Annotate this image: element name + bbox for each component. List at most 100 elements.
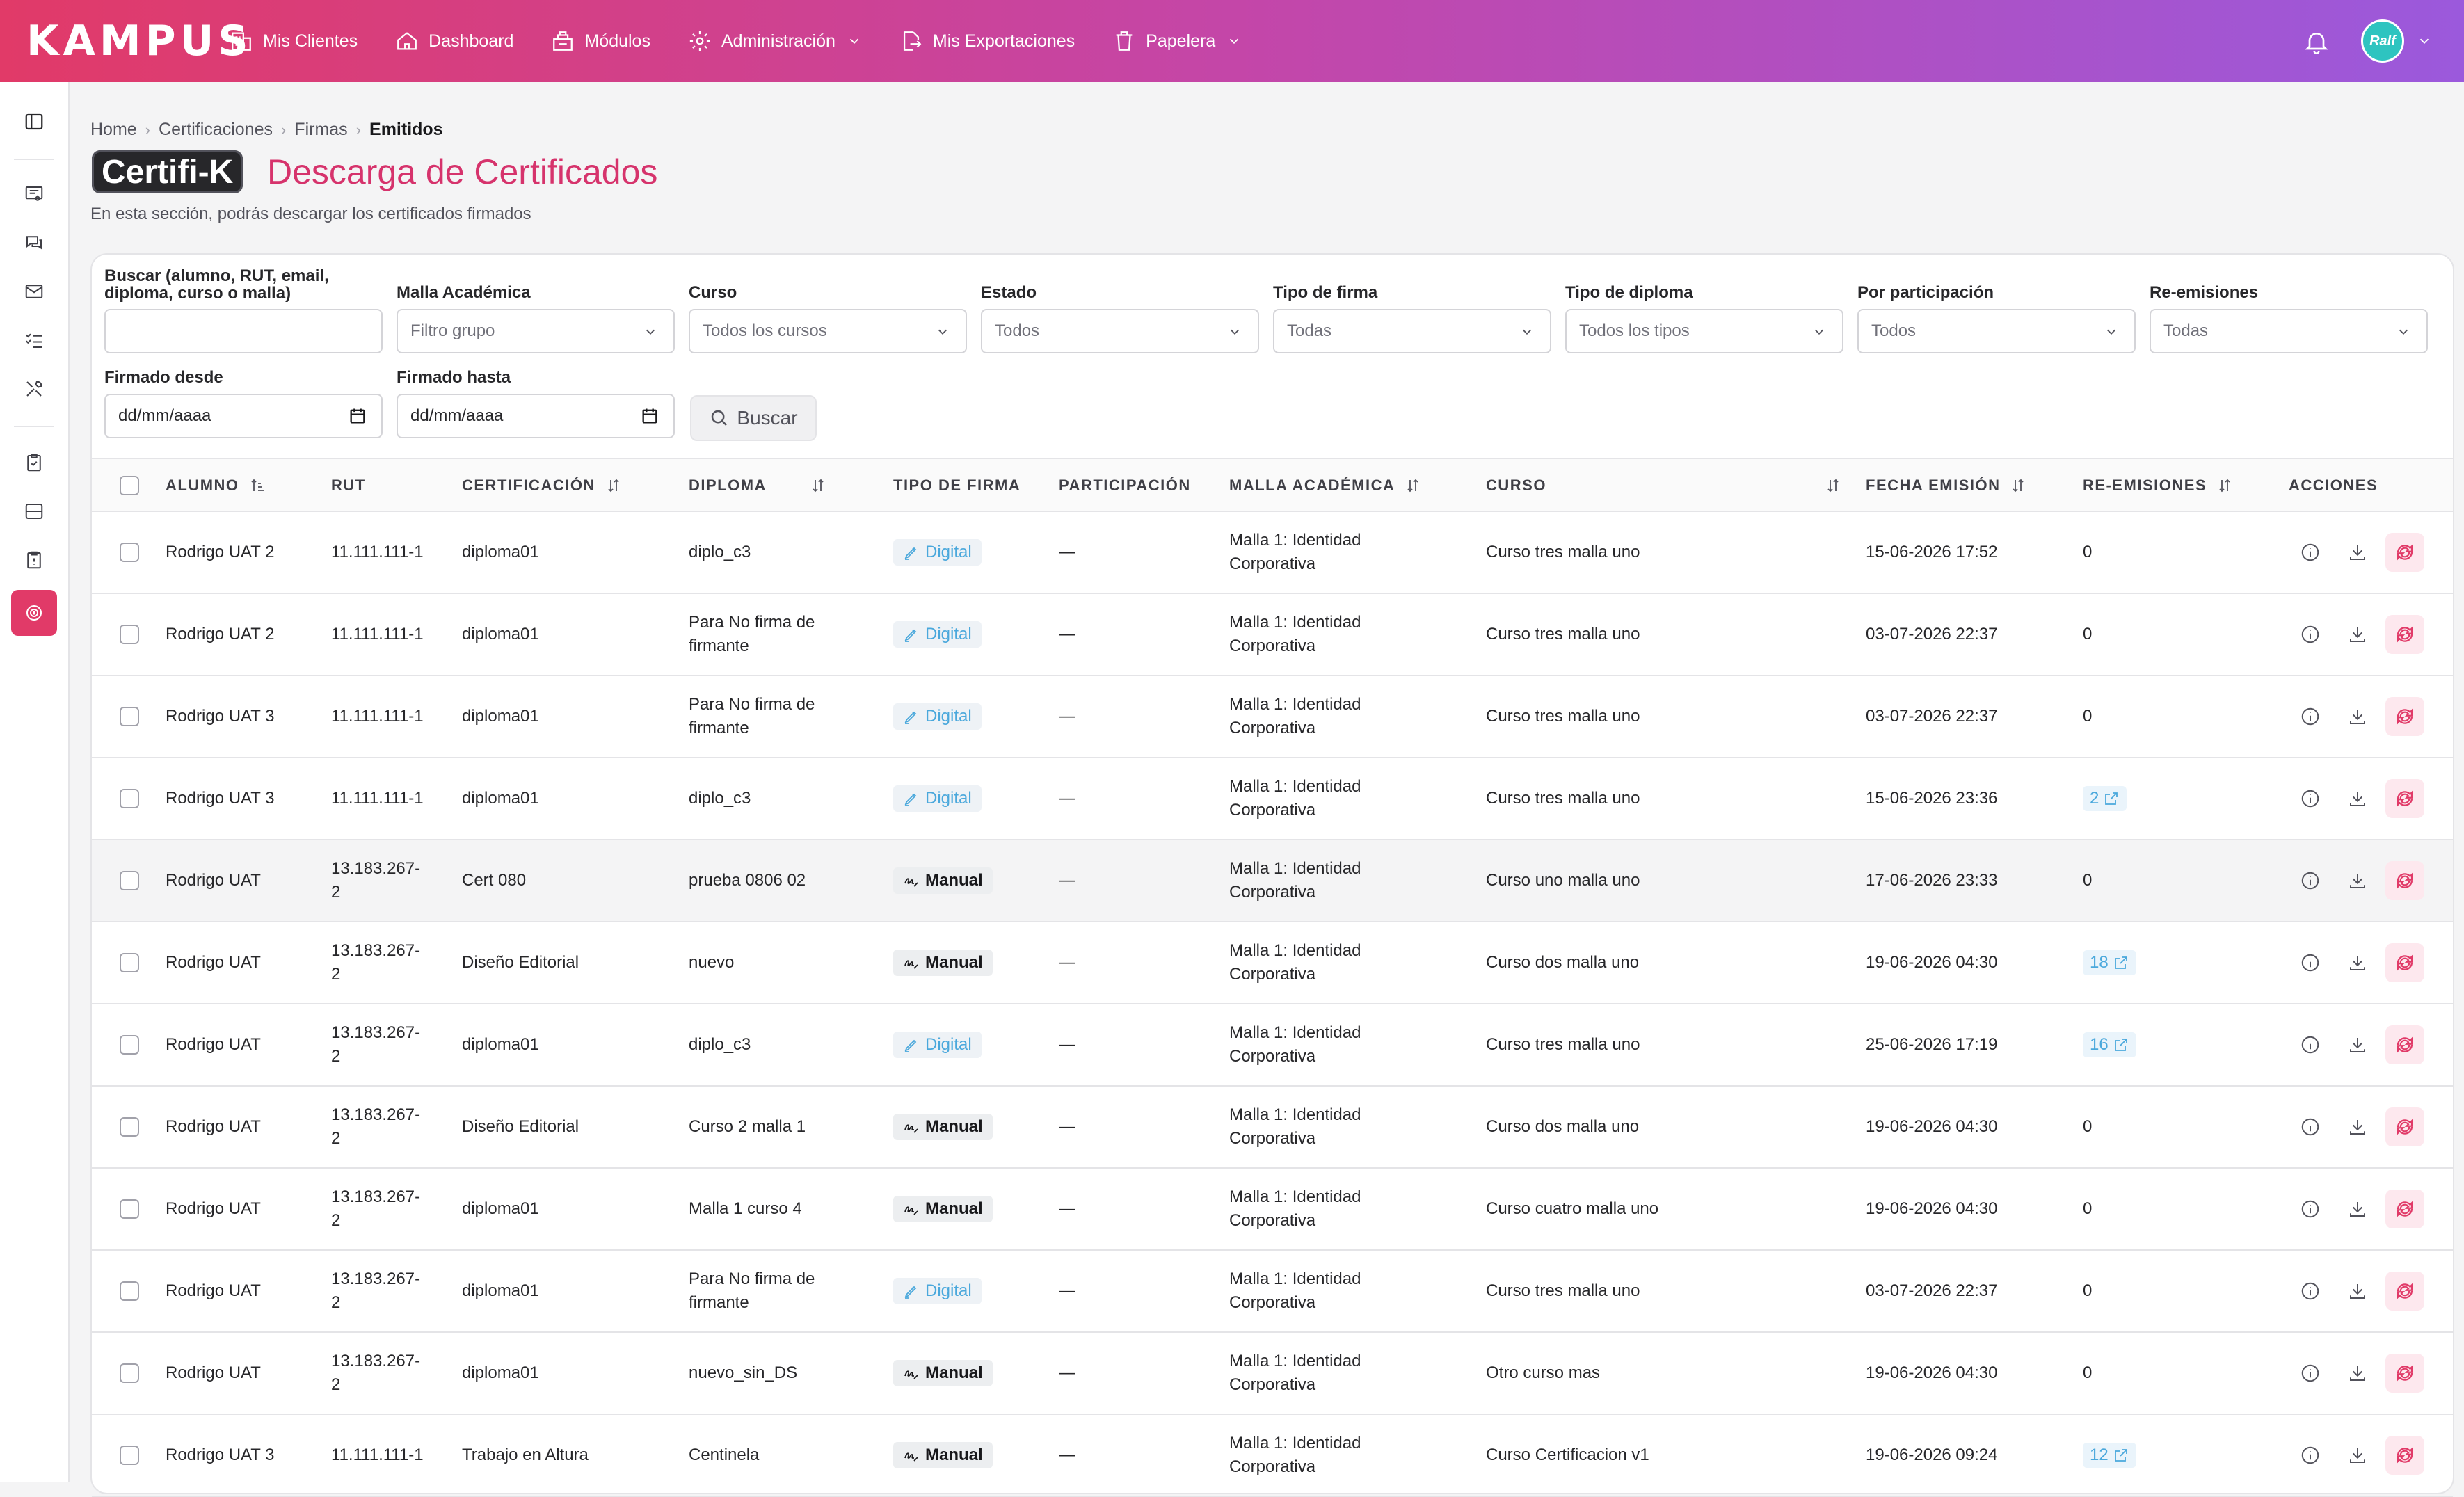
info-button[interactable]	[2291, 697, 2330, 736]
column-fecha-emision[interactable]: FECHA EMISIÓN	[1866, 459, 2026, 512]
row-checkbox[interactable]	[120, 707, 139, 726]
table-row[interactable]: Rodrigo UAT 13.183.267-2 Cert 080 prueba 08…	[92, 840, 2453, 922]
reissue-button[interactable]	[2385, 1436, 2424, 1475]
breadcrumb-firmas[interactable]: Firmas	[294, 120, 347, 140]
download-button[interactable]	[2338, 779, 2377, 818]
row-checkbox[interactable]	[120, 871, 139, 890]
column-malla[interactable]: MALLA ACADÉMICA	[1229, 459, 1421, 512]
reissue-button[interactable]	[2385, 697, 2424, 736]
row-checkbox[interactable]	[120, 953, 139, 972]
reissue-button[interactable]	[2385, 1107, 2424, 1146]
row-checkbox[interactable]	[120, 543, 139, 562]
info-button[interactable]	[2291, 615, 2330, 654]
download-button[interactable]	[2338, 1107, 2377, 1146]
sidebar-item-clipboard[interactable]	[11, 440, 57, 486]
row-checkbox[interactable]	[120, 789, 139, 808]
info-button[interactable]	[2291, 861, 2330, 900]
download-button[interactable]	[2338, 1272, 2377, 1311]
download-button[interactable]	[2338, 615, 2377, 654]
column-certificacion[interactable]: CERTIFICACIÓN	[462, 459, 622, 512]
sidebar-item-certificates[interactable]	[11, 171, 57, 217]
cell-reemisiones[interactable]: 18	[2083, 922, 2257, 1003]
download-button[interactable]	[2338, 1190, 2377, 1228]
column-reemisiones[interactable]: RE-EMISIONES	[2083, 459, 2233, 512]
nav-modulos[interactable]: Módulos	[551, 29, 650, 53]
reissue-button[interactable]	[2385, 533, 2424, 572]
table-row[interactable]: Rodrigo UAT 3 11.111.111-1 diploma01 diplo_…	[92, 758, 2453, 840]
reissue-button[interactable]	[2385, 615, 2424, 654]
select-all-checkbox[interactable]	[120, 476, 139, 495]
table-row[interactable]: Rodrigo UAT 13.183.267-2 Diseño Editorial C…	[92, 1087, 2453, 1169]
info-button[interactable]	[2291, 1354, 2330, 1393]
table-row[interactable]: Rodrigo UAT 13.183.267-2 diploma01 Para No …	[92, 1251, 2453, 1333]
tipo-diploma-select[interactable]: Todos los tipos	[1565, 309, 1843, 353]
breadcrumb-home[interactable]: Home	[90, 120, 137, 140]
firmado-hasta-input[interactable]: dd/mm/aaaa	[397, 394, 675, 438]
bell-icon[interactable]	[2303, 28, 2330, 56]
reissue-button[interactable]	[2385, 1025, 2424, 1064]
chevron-down-icon[interactable]	[2417, 33, 2432, 49]
download-button[interactable]	[2338, 861, 2377, 900]
column-curso[interactable]: CURSO	[1486, 459, 1841, 512]
reemisiones-link[interactable]: 16	[2083, 1032, 2136, 1057]
row-checkbox[interactable]	[120, 1117, 139, 1137]
table-row[interactable]: Rodrigo UAT 2 11.111.111-1 diploma01 diplo_…	[92, 512, 2453, 594]
estado-select[interactable]: Todos	[981, 309, 1259, 353]
sidebar-toggle[interactable]	[11, 99, 57, 145]
row-checkbox[interactable]	[120, 1199, 139, 1219]
reissue-button[interactable]	[2385, 861, 2424, 900]
nav-dashboard[interactable]: Dashboard	[395, 29, 513, 53]
download-button[interactable]	[2338, 1436, 2377, 1475]
info-button[interactable]	[2291, 1272, 2330, 1311]
reissue-button[interactable]	[2385, 779, 2424, 818]
firmado-desde-input[interactable]: dd/mm/aaaa	[104, 394, 383, 438]
kampus-logo[interactable]: KAMPUS	[26, 17, 253, 65]
table-row[interactable]: Rodrigo UAT 3 11.111.111-1 Trabajo en Altu…	[92, 1415, 2453, 1497]
table-row[interactable]: Rodrigo UAT 13.183.267-2 diploma01 Malla 1 …	[92, 1169, 2453, 1251]
participacion-select[interactable]: Todos	[1857, 309, 2136, 353]
download-button[interactable]	[2338, 697, 2377, 736]
sidebar-item-mail[interactable]	[11, 269, 57, 314]
table-row[interactable]: Rodrigo UAT 13.183.267-2 diploma01 diplo_c3…	[92, 1004, 2453, 1087]
column-alumno[interactable]: ALUMNO	[166, 459, 266, 512]
sidebar-item-clipboard-alert[interactable]	[11, 537, 57, 583]
download-button[interactable]	[2338, 1354, 2377, 1393]
table-row[interactable]: Rodrigo UAT 3 11.111.111-1 diploma01 Para N…	[92, 676, 2453, 758]
sidebar-item-certifik[interactable]	[11, 590, 57, 636]
download-button[interactable]	[2338, 533, 2377, 572]
sidebar-item-chat[interactable]	[11, 220, 57, 266]
nav-administracion[interactable]: Administración	[688, 29, 862, 53]
tipo-firma-select[interactable]: Todas	[1273, 309, 1551, 353]
cell-reemisiones[interactable]: 2	[2083, 758, 2257, 839]
calendar-icon[interactable]	[640, 406, 659, 426]
info-button[interactable]	[2291, 1107, 2330, 1146]
nav-papelera[interactable]: Papelera	[1112, 29, 1242, 53]
info-button[interactable]	[2291, 943, 2330, 982]
nav-mis-exportaciones[interactable]: Mis Exportaciones	[899, 29, 1075, 53]
reemisiones-select[interactable]: Todas	[2150, 309, 2428, 353]
table-row[interactable]: Rodrigo UAT 2 11.111.111-1 diploma01 Para N…	[92, 594, 2453, 676]
avatar[interactable]: Ralf	[2361, 19, 2404, 63]
reemisiones-link[interactable]: 18	[2083, 950, 2136, 975]
download-button[interactable]	[2338, 1025, 2377, 1064]
info-button[interactable]	[2291, 1436, 2330, 1475]
search-button[interactable]: Buscar	[690, 395, 817, 441]
table-row[interactable]: Rodrigo UAT 13.183.267-2 Diseño Editorial n…	[92, 922, 2453, 1004]
sidebar-item-inbox[interactable]	[11, 488, 57, 534]
sidebar-item-checklist[interactable]	[11, 317, 57, 363]
info-button[interactable]	[2291, 533, 2330, 572]
row-checkbox[interactable]	[120, 1281, 139, 1301]
sidebar-item-tools[interactable]	[11, 366, 57, 412]
reissue-button[interactable]	[2385, 1190, 2424, 1228]
cell-reemisiones[interactable]: 12	[2083, 1415, 2257, 1496]
row-checkbox[interactable]	[120, 1363, 139, 1383]
calendar-icon[interactable]	[348, 406, 367, 426]
reemisiones-link[interactable]: 12	[2083, 1443, 2136, 1468]
search-input[interactable]	[104, 309, 383, 353]
reissue-button[interactable]	[2385, 1354, 2424, 1393]
reemisiones-link[interactable]: 2	[2083, 786, 2127, 811]
download-button[interactable]	[2338, 943, 2377, 982]
info-button[interactable]	[2291, 1025, 2330, 1064]
info-button[interactable]	[2291, 779, 2330, 818]
row-checkbox[interactable]	[120, 1035, 139, 1055]
